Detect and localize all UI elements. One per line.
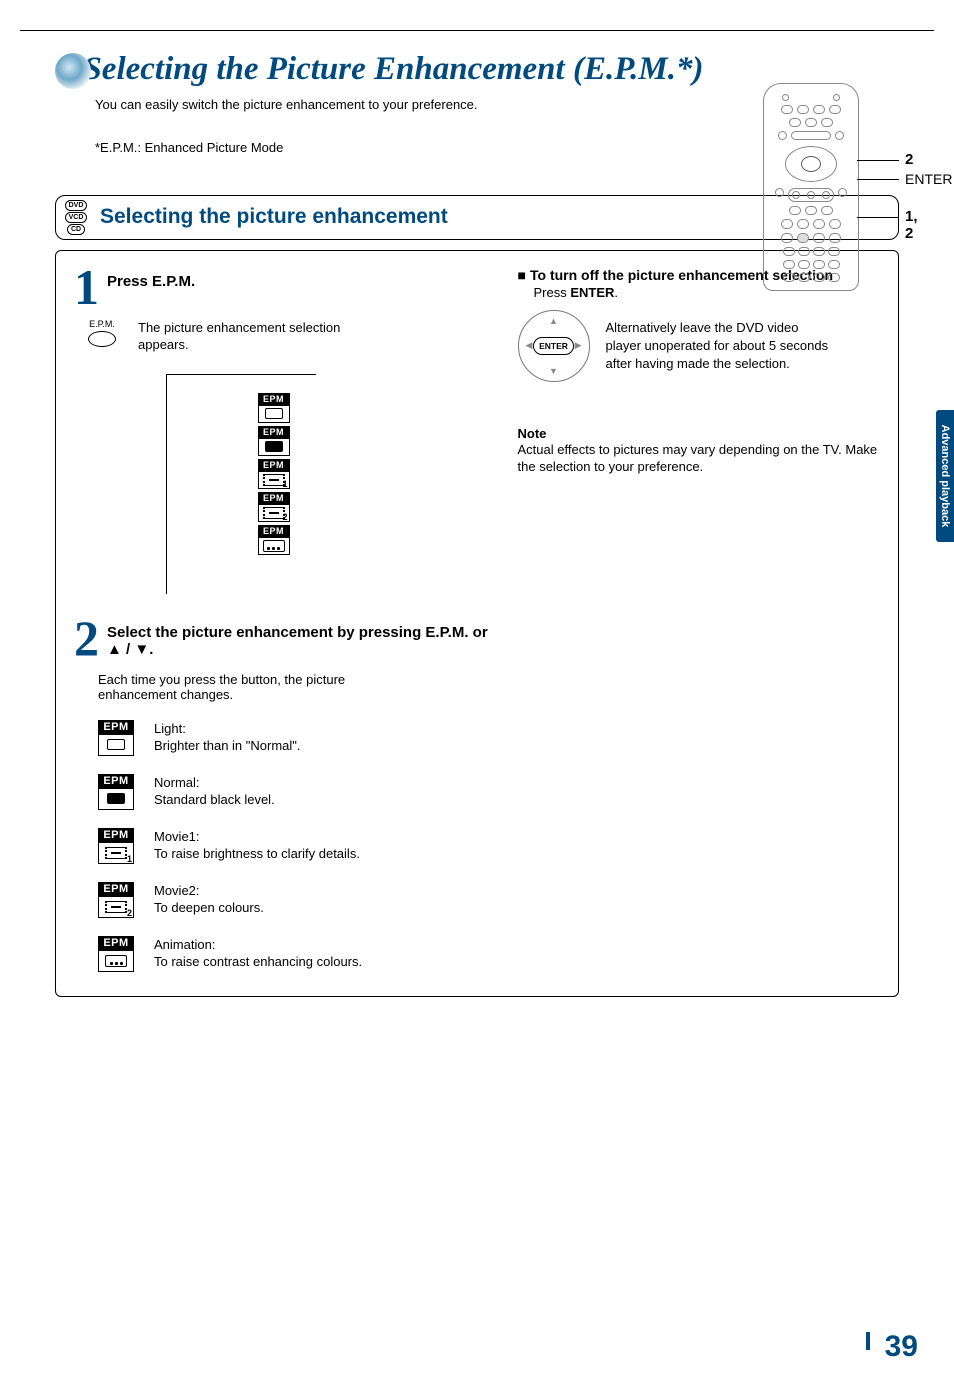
step-1-title: Press E.P.M. bbox=[107, 273, 195, 290]
mode-light-desc: Brighter than in "Normal". bbox=[154, 738, 301, 753]
mode-movie1-desc: To raise brightness to clarify details. bbox=[154, 846, 360, 861]
page-number-bar-icon bbox=[866, 1332, 870, 1350]
heading-orb-icon bbox=[55, 53, 91, 89]
mode-movie1-name: Movie1: bbox=[154, 829, 200, 844]
remote-callout-1-2: 1, 2 bbox=[905, 208, 918, 242]
epm-button-label: E.P.M. bbox=[88, 319, 116, 329]
step-2-text: Each time you press the button, the pict… bbox=[98, 672, 398, 702]
side-tab: Advanced playback bbox=[936, 410, 954, 542]
osd-preview: EPM EPM EPM1 EPM2 EPM bbox=[166, 374, 316, 594]
epm-button-icon: E.P.M. bbox=[88, 319, 116, 347]
mode-animation-desc: To raise contrast enhancing colours. bbox=[154, 954, 362, 969]
epm-normal-icon: EPM bbox=[98, 774, 134, 810]
badge-vcd: VCD bbox=[65, 212, 88, 223]
enter-button-label: ENTER bbox=[533, 337, 574, 355]
step-1-number: 1 bbox=[74, 267, 99, 307]
badge-cd: CD bbox=[67, 224, 85, 235]
page-title: Selecting the Picture Enhancement (E.P.M… bbox=[83, 51, 703, 87]
epm-animation-icon: EPM bbox=[98, 936, 134, 972]
mode-light-name: Light: bbox=[154, 721, 186, 736]
enter-dpad-icon: ▲▼◀▶ ENTER bbox=[518, 310, 590, 382]
mode-normal-desc: Standard black level. bbox=[154, 792, 275, 807]
step-2-title: Select the picture enhancement by pressi… bbox=[107, 624, 500, 658]
epm-light-icon: EPM bbox=[98, 720, 134, 756]
remote-callout-enter: ENTER bbox=[905, 171, 952, 187]
badge-dvd: DVD bbox=[65, 200, 88, 211]
mode-movie2-desc: To deepen colours. bbox=[154, 900, 264, 915]
mode-movie2-name: Movie2: bbox=[154, 883, 200, 898]
mode-animation-name: Animation: bbox=[154, 937, 215, 952]
page-number: 39 bbox=[885, 1330, 918, 1364]
epm-movie1-icon: EPM1 bbox=[98, 828, 134, 864]
side-tab-label: Advanced playback bbox=[939, 425, 951, 528]
mode-normal-name: Normal: bbox=[154, 775, 200, 790]
remote-callout-2: 2 bbox=[905, 151, 913, 168]
note-body: Actual effects to pictures may vary depe… bbox=[518, 441, 880, 476]
turn-off-body: Alternatively leave the DVD video player… bbox=[606, 319, 836, 372]
note-heading: Note bbox=[518, 426, 880, 441]
remote-diagram: 2 ENTER 1, 2 bbox=[763, 83, 859, 291]
epm-movie2-icon: EPM2 bbox=[98, 882, 134, 918]
step-2-number: 2 bbox=[74, 618, 99, 658]
step-1-text: The picture enhancement selection appear… bbox=[138, 319, 368, 354]
